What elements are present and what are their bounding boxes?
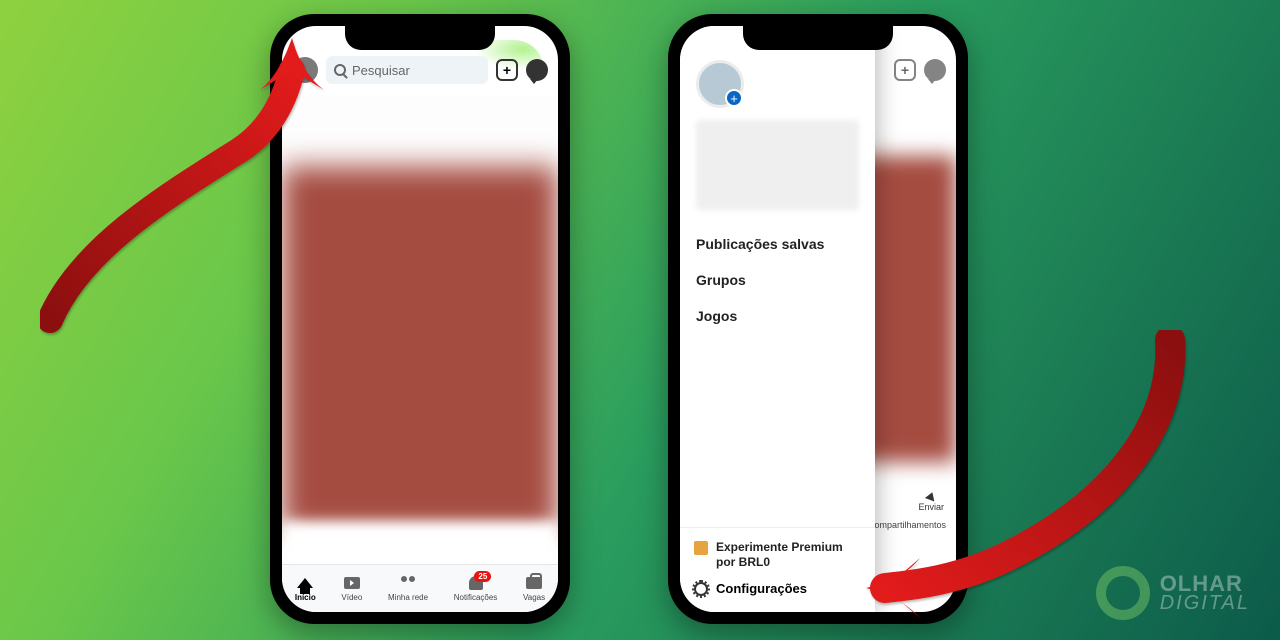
nav-video-label: Vídeo (341, 593, 362, 602)
annotation-arrow-settings (860, 330, 1200, 630)
bottom-nav: Início Vídeo Minha rede 25 Notificações (282, 564, 558, 612)
search-placeholder: Pesquisar (352, 63, 410, 78)
nav-notifications[interactable]: 25 Notificações (454, 575, 498, 602)
nav-home[interactable]: Início (295, 575, 316, 602)
nav-home-label: Início (295, 593, 316, 602)
search-input[interactable]: Pesquisar (326, 56, 488, 84)
tutorial-stage: Pesquisar + Início Vídeo Minha (0, 0, 1280, 640)
nav-jobs-label: Vagas (523, 593, 545, 602)
notch (345, 26, 495, 50)
side-drawer: + Publicações salvas Grupos Jogos Experi… (680, 26, 875, 612)
menu-saved-posts[interactable]: Publicações salvas (696, 236, 859, 252)
nav-jobs[interactable]: Vagas (523, 575, 545, 602)
drawer-header: + (680, 26, 875, 218)
nav-network-label: Minha rede (388, 593, 428, 602)
menu-games[interactable]: Jogos (696, 308, 859, 324)
premium-line1: Experimente Premium (716, 540, 843, 554)
people-icon (400, 576, 416, 590)
nav-notifications-label: Notificações (454, 593, 498, 602)
feed-blur-bottom (282, 522, 558, 566)
nav-network[interactable]: Minha rede (388, 575, 428, 602)
nav-video[interactable]: Vídeo (341, 575, 362, 602)
add-account-icon[interactable]: + (725, 89, 743, 107)
search-icon (334, 64, 346, 76)
annotation-arrow-avatar (40, 20, 330, 340)
messages-icon-bg (924, 59, 946, 81)
drawer-footer: Experimente Premium por BRL0 Configuraçõ… (680, 527, 875, 612)
premium-icon (694, 541, 708, 555)
settings-button[interactable]: Configurações (694, 581, 861, 596)
briefcase-icon (526, 577, 542, 589)
menu-groups[interactable]: Grupos (696, 272, 859, 288)
drawer-avatar[interactable]: + (696, 60, 744, 108)
gear-icon (694, 582, 708, 596)
home-icon (297, 578, 313, 588)
premium-upsell[interactable]: Experimente Premium por BRL0 (694, 540, 861, 569)
notifications-badge: 25 (474, 571, 491, 582)
messages-icon[interactable] (526, 59, 548, 81)
video-icon (344, 577, 360, 589)
settings-label: Configurações (716, 581, 807, 596)
notch (743, 26, 893, 50)
drawer-menu: Publicações salvas Grupos Jogos (680, 218, 875, 342)
compose-button[interactable]: + (496, 59, 518, 81)
compose-button-bg: + (894, 59, 916, 81)
premium-line2: por BRL0 (716, 555, 843, 569)
drawer-profile-blur (696, 120, 859, 210)
